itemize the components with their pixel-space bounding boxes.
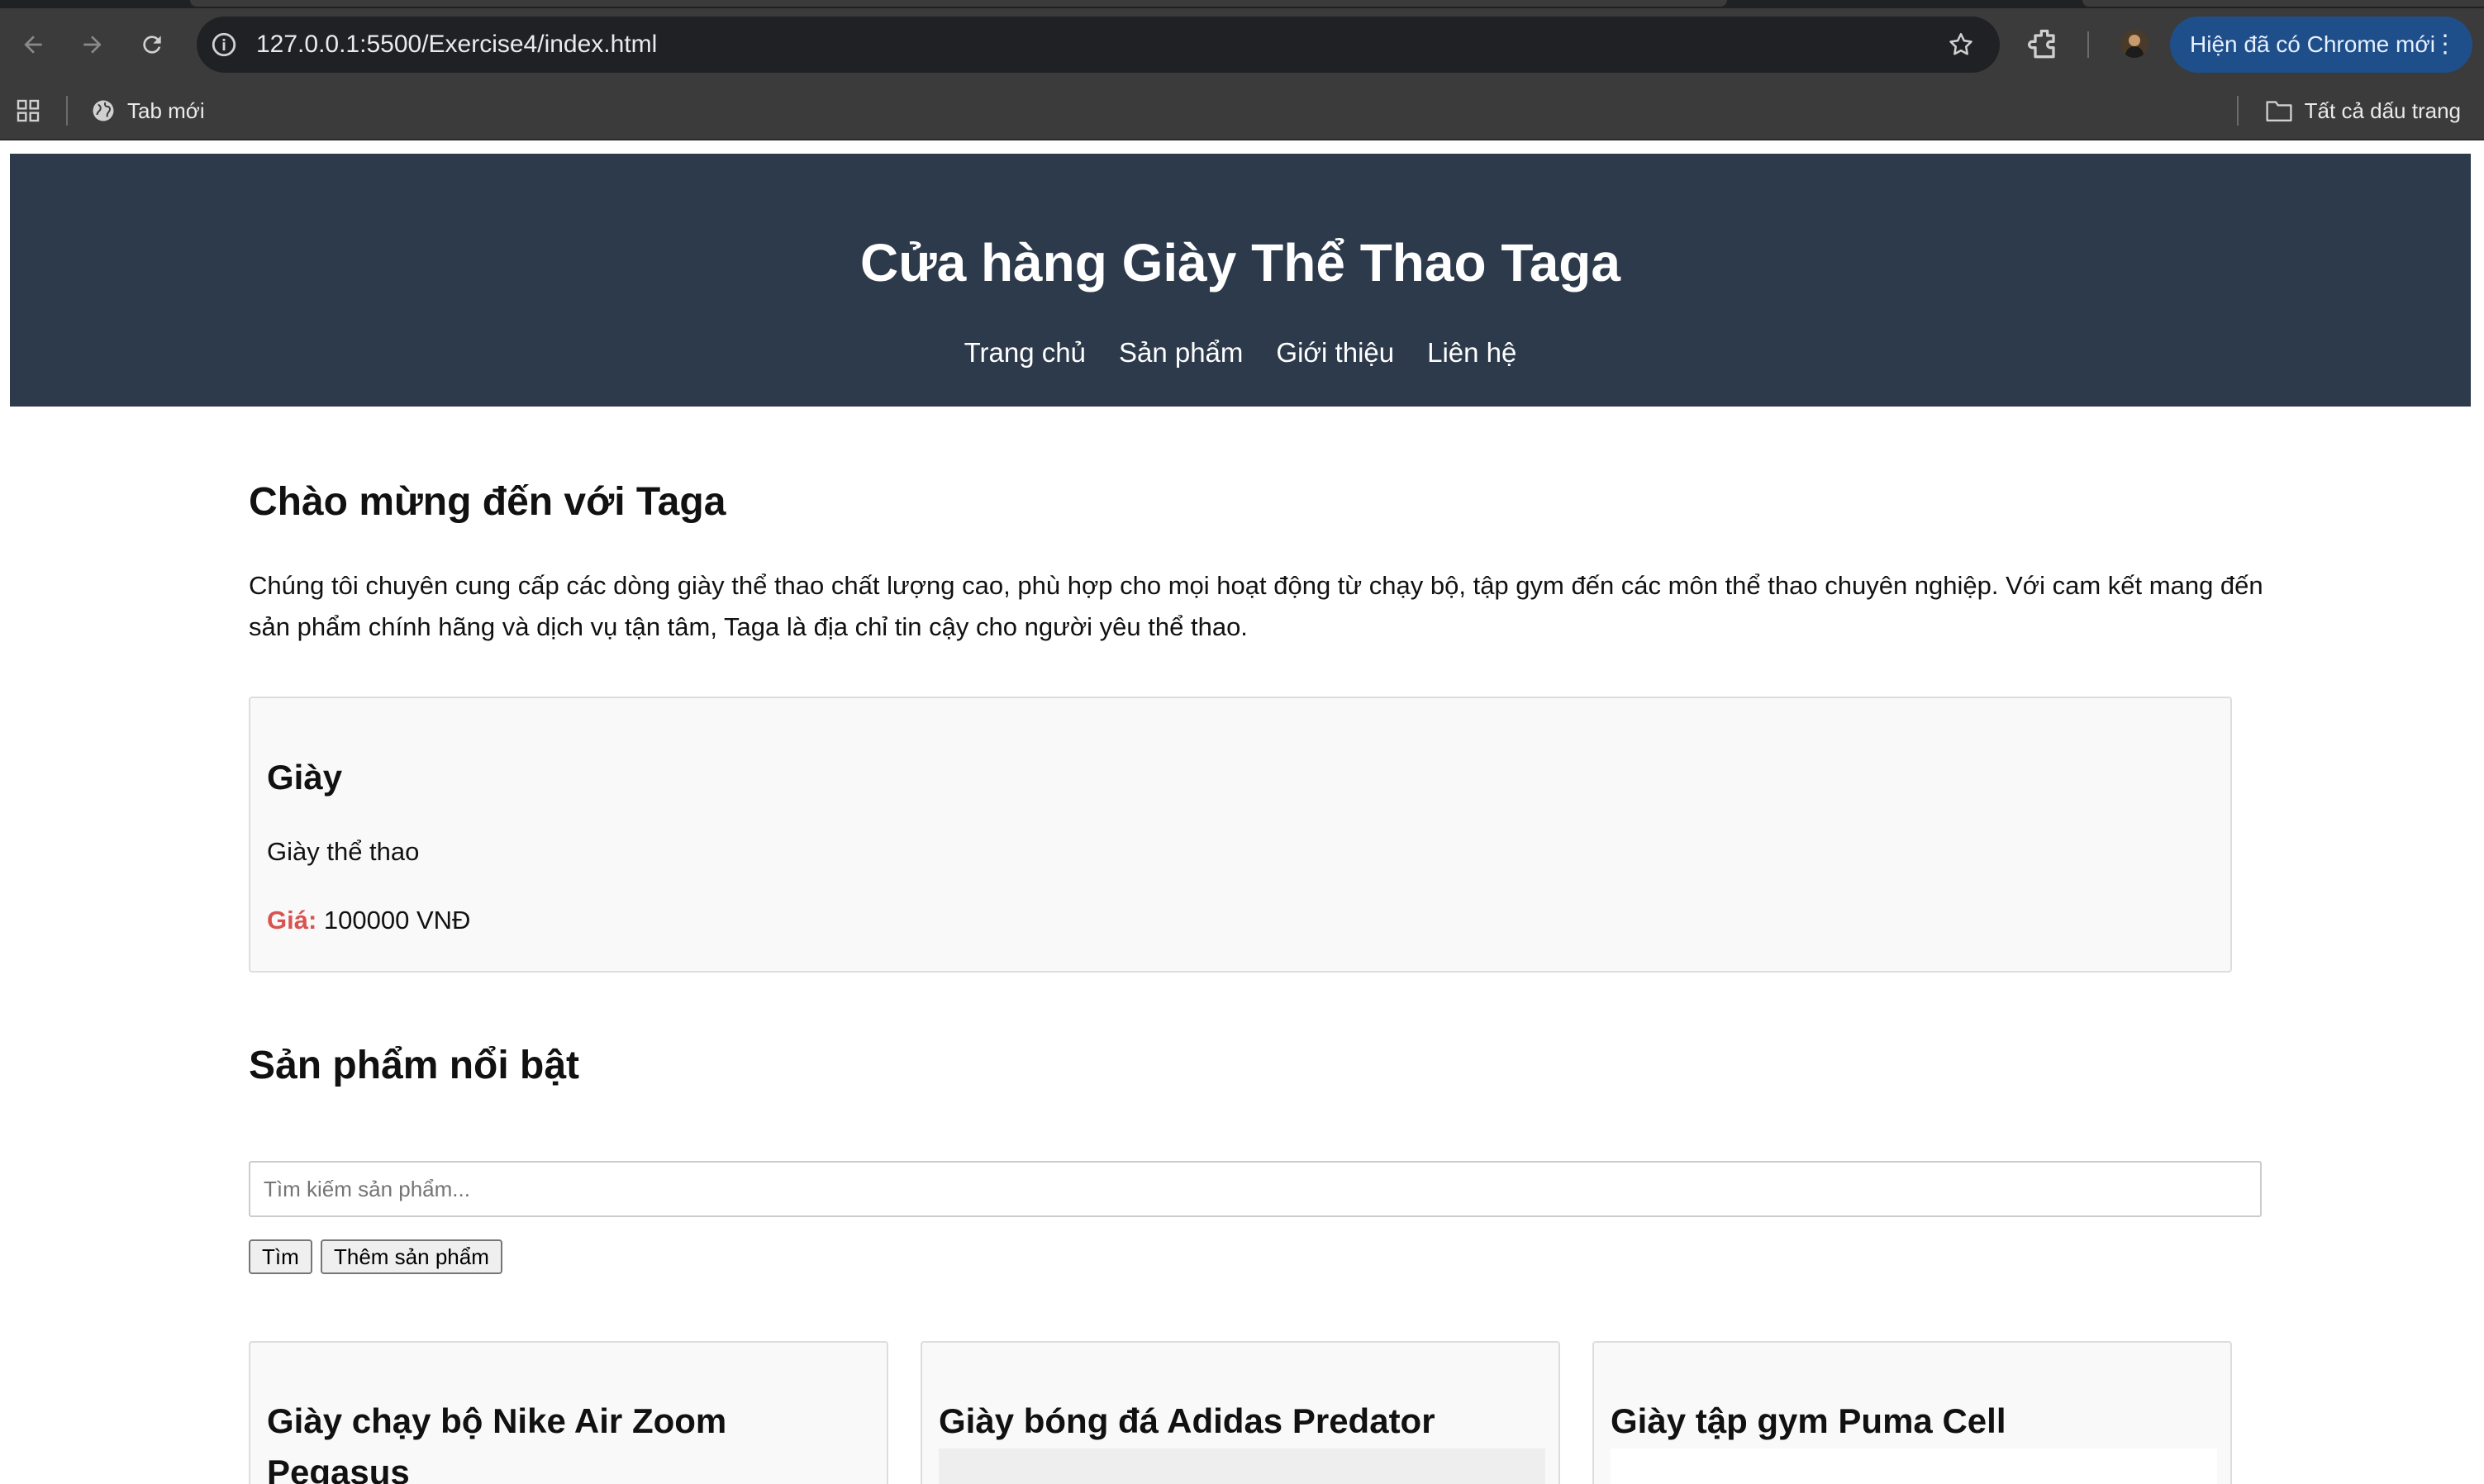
all-bookmarks-label: Tất cả dấu trang: [2304, 98, 2461, 123]
product-price: Giá: 100000 VNĐ: [267, 906, 470, 935]
search-button[interactable]: Tìm: [249, 1239, 312, 1274]
site-nav: Trang chủ Sản phẩm Giới thiệu Liên hệ: [10, 337, 2471, 369]
product-name: Giày: [267, 758, 343, 797]
add-product-button[interactable]: Thêm sản phẩm: [321, 1239, 502, 1274]
nav-about[interactable]: Giới thiệu: [1276, 337, 1394, 369]
arrow-right-icon: [83, 36, 102, 54]
folder-icon: [2266, 101, 2292, 121]
arrow-left-icon: [24, 36, 42, 54]
all-bookmarks-button[interactable]: Tất cả dấu trang: [2265, 93, 2461, 129]
more-vert-icon[interactable]: ⋮: [2433, 17, 2458, 73]
browser-toolbar: 127.0.0.1:5500/Exercise4/index.html Hiện…: [0, 0, 2484, 81]
active-tab-edge[interactable]: [190, 0, 1727, 7]
bookmark-new-tab[interactable]: Tab mới: [91, 93, 205, 129]
reload-button[interactable]: [134, 26, 170, 63]
bookmark-new-tab-label: Tab mới: [127, 98, 205, 123]
featured-product-card: Giày tập gym Puma Cell: [1592, 1341, 2232, 1484]
featured-title: Sản phẩm nổi bật: [249, 1044, 580, 1087]
address-bar[interactable]: 127.0.0.1:5500/Exercise4/index.html: [197, 17, 2000, 73]
featured-product-card: Giày bóng đá Adidas Predator: [921, 1341, 1560, 1484]
featured-product-name: Giày tập gym Puma Cell: [1611, 1401, 2006, 1440]
update-label: Hiện đã có Chrome mới: [2190, 31, 2435, 57]
bookmarks-divider: [66, 96, 68, 126]
product-card: Giày Giày thể thao Giá: 100000 VNĐ: [249, 697, 2232, 973]
featured-product-card: Giày chạy bộ Nike Air Zoom Pegasus: [249, 1341, 888, 1484]
price-value: 100000 VNĐ: [316, 906, 471, 935]
bookmarks-divider-right: [2237, 96, 2239, 126]
chrome-update-button[interactable]: Hiện đã có Chrome mới ⋮: [2170, 17, 2472, 73]
product-image: [939, 1448, 1545, 1484]
reload-icon: [143, 36, 161, 54]
search-input[interactable]: [249, 1161, 2262, 1217]
welcome-text: Chúng tôi chuyên cung cấp các dòng giày …: [249, 571, 2263, 641]
site-title: Cửa hàng Giày Thể Thao Taga: [860, 233, 1620, 293]
nav-contact[interactable]: Liên hệ: [1427, 337, 1516, 369]
welcome-title: Chào mừng đến với Taga: [249, 480, 726, 524]
featured-product-name: Giày chạy bộ Nike Air Zoom Pegasus: [267, 1401, 727, 1484]
tab-edge[interactable]: [2082, 0, 2484, 7]
site-info-icon[interactable]: [210, 31, 238, 59]
apps-grid-icon[interactable]: [15, 98, 41, 124]
bookmarks-bar: Tab mới Tất cả dấu trang: [0, 81, 2484, 140]
featured-product-name: Giày bóng đá Adidas Predator: [939, 1401, 1435, 1440]
profile-avatar[interactable]: [2120, 30, 2149, 58]
bookmark-star-icon[interactable]: [1947, 31, 1975, 59]
product-description: Giày thể thao: [267, 837, 420, 866]
extensions-icon[interactable]: [2026, 26, 2063, 63]
back-button[interactable]: [15, 26, 51, 63]
product-image: [1611, 1448, 2217, 1484]
toolbar-divider: [2087, 31, 2089, 58]
url-text[interactable]: 127.0.0.1:5500/Exercise4/index.html: [256, 17, 657, 73]
forward-button[interactable]: [74, 26, 111, 63]
nav-products[interactable]: Sản phẩm: [1119, 337, 1243, 369]
price-label: Giá:: [267, 906, 317, 935]
nav-home[interactable]: Trang chủ: [964, 337, 1086, 369]
globe-icon: [93, 100, 114, 121]
site-header: Cửa hàng Giày Thể Thao Taga Trang chủ Sả…: [10, 154, 2471, 407]
